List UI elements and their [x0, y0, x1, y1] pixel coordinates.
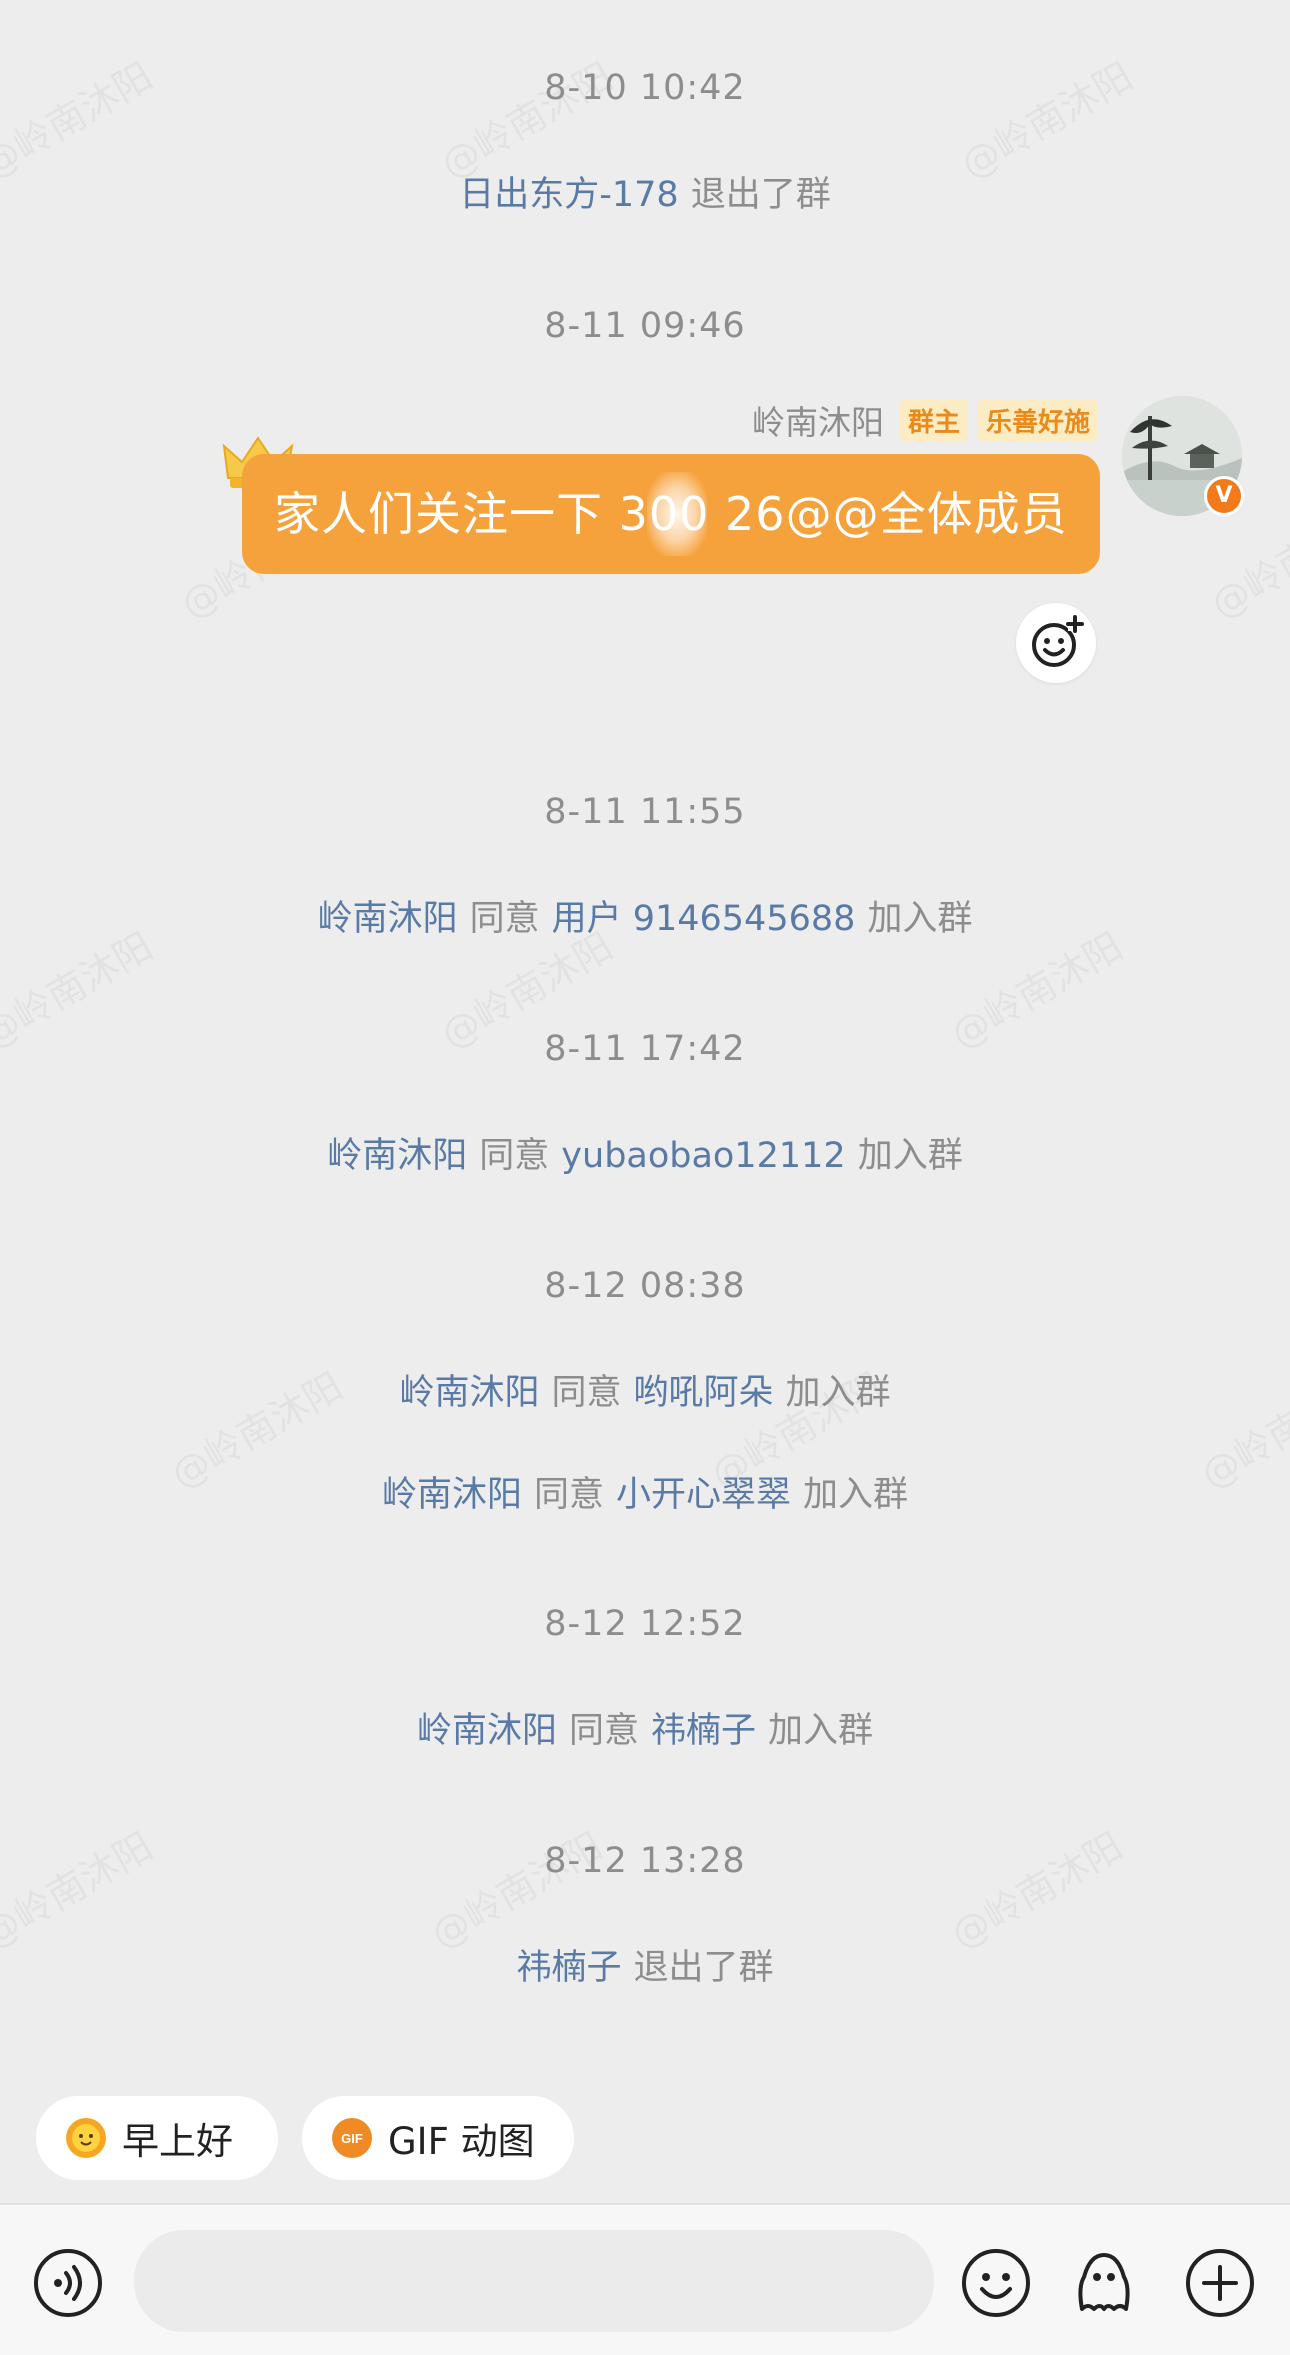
message-input[interactable]	[134, 2230, 934, 2332]
plus-icon	[1186, 2249, 1254, 2317]
user-link[interactable]: 用户 9146545688	[552, 899, 856, 939]
system-message: 岭南沐阳 同意 用户 9146545688 加入群	[317, 899, 973, 939]
timestamp: 8-11 11:55	[544, 792, 746, 832]
timestamp: 8-10 10:42	[544, 68, 746, 108]
timestamp: 8-12 08:38	[544, 1266, 746, 1306]
user-link[interactable]: yubaobao12112	[561, 1136, 845, 1176]
quick-reply-good-morning[interactable]: 早上好	[36, 2096, 278, 2180]
svg-text:GIF: GIF	[341, 2131, 363, 2146]
sticker-button[interactable]	[1068, 2247, 1140, 2319]
blur-mask	[647, 472, 707, 556]
system-message: 岭南沐阳 同意 哟吼阿朵 加入群	[399, 1373, 891, 1413]
quick-reply-label: 早上好	[122, 2120, 233, 2163]
admin-link[interactable]: 岭南沐阳	[327, 1136, 467, 1176]
gif-icon: GIF	[332, 2118, 372, 2158]
user-link[interactable]: 祎楠子	[651, 1711, 756, 1751]
sticker-icon	[1078, 2253, 1130, 2311]
emoji-button[interactable]	[960, 2247, 1032, 2319]
verified-badge-icon: V	[1204, 476, 1244, 516]
admin-link[interactable]: 岭南沐阳	[399, 1373, 539, 1413]
owner-badge: 群主	[899, 399, 968, 441]
user-link[interactable]: 哟吼阿朵	[634, 1373, 774, 1413]
user-link[interactable]: 日出东方-178	[459, 175, 678, 215]
watermark: @岭南沐阳	[419, 1816, 611, 1959]
sender-info: 岭南沐阳 群主 乐善好施	[752, 396, 1098, 444]
timestamp: 8-11 17:42	[544, 1029, 746, 1069]
quick-reply-label: GIF 动图	[388, 2120, 535, 2163]
chat-area[interactable]: @岭南沐阳 @岭南沐阳 @岭南沐阳 @岭南沐阳 @岭南沐阳 @岭南沐阳 @岭南沐…	[0, 0, 1290, 2203]
system-message: 祎楠子 退出了群	[516, 1948, 774, 1988]
watermark: @岭南沐阳	[939, 1816, 1131, 1959]
timestamp: 8-12 12:52	[544, 1604, 746, 1644]
system-message: 岭南沐阳 同意 yubaobao12112 加入群	[327, 1136, 963, 1176]
title-badge: 乐善好施	[977, 399, 1098, 441]
system-message: 日出东方-178 退出了群	[0, 166, 1290, 217]
admin-link[interactable]: 岭南沐阳	[382, 1475, 522, 1515]
sender-name[interactable]: 岭南沐阳	[752, 396, 884, 444]
timestamp: 8-11 09:46	[544, 306, 746, 346]
timestamp: 8-12 13:28	[544, 1841, 746, 1881]
action-text: 退出了群	[690, 175, 831, 215]
voice-icon	[34, 2249, 102, 2317]
input-bar	[0, 2203, 1290, 2355]
message-bubble[interactable]: 家人们关注一下 300 26@@全体成员	[242, 454, 1100, 574]
emoji-add-icon	[1032, 615, 1084, 667]
user-link[interactable]: 祎楠子	[516, 1948, 621, 1988]
sun-emoji-icon	[66, 2118, 106, 2158]
watermark: @岭南沐阳	[0, 1816, 161, 1959]
admin-link[interactable]: 岭南沐阳	[417, 1711, 557, 1751]
voice-button[interactable]	[32, 2247, 104, 2319]
admin-link[interactable]: 岭南沐阳	[318, 899, 458, 939]
quick-reply-gif[interactable]: GIF GIF 动图	[302, 2096, 574, 2180]
emoji-icon	[962, 2249, 1030, 2317]
user-link[interactable]: 小开心翠翠	[616, 1475, 791, 1515]
more-button[interactable]	[1184, 2247, 1256, 2319]
system-message: 岭南沐阳 同意 小开心翠翠 加入群	[381, 1475, 909, 1515]
add-reaction-button[interactable]	[1016, 603, 1096, 683]
system-message: 岭南沐阳 同意 祎楠子 加入群	[416, 1711, 874, 1751]
